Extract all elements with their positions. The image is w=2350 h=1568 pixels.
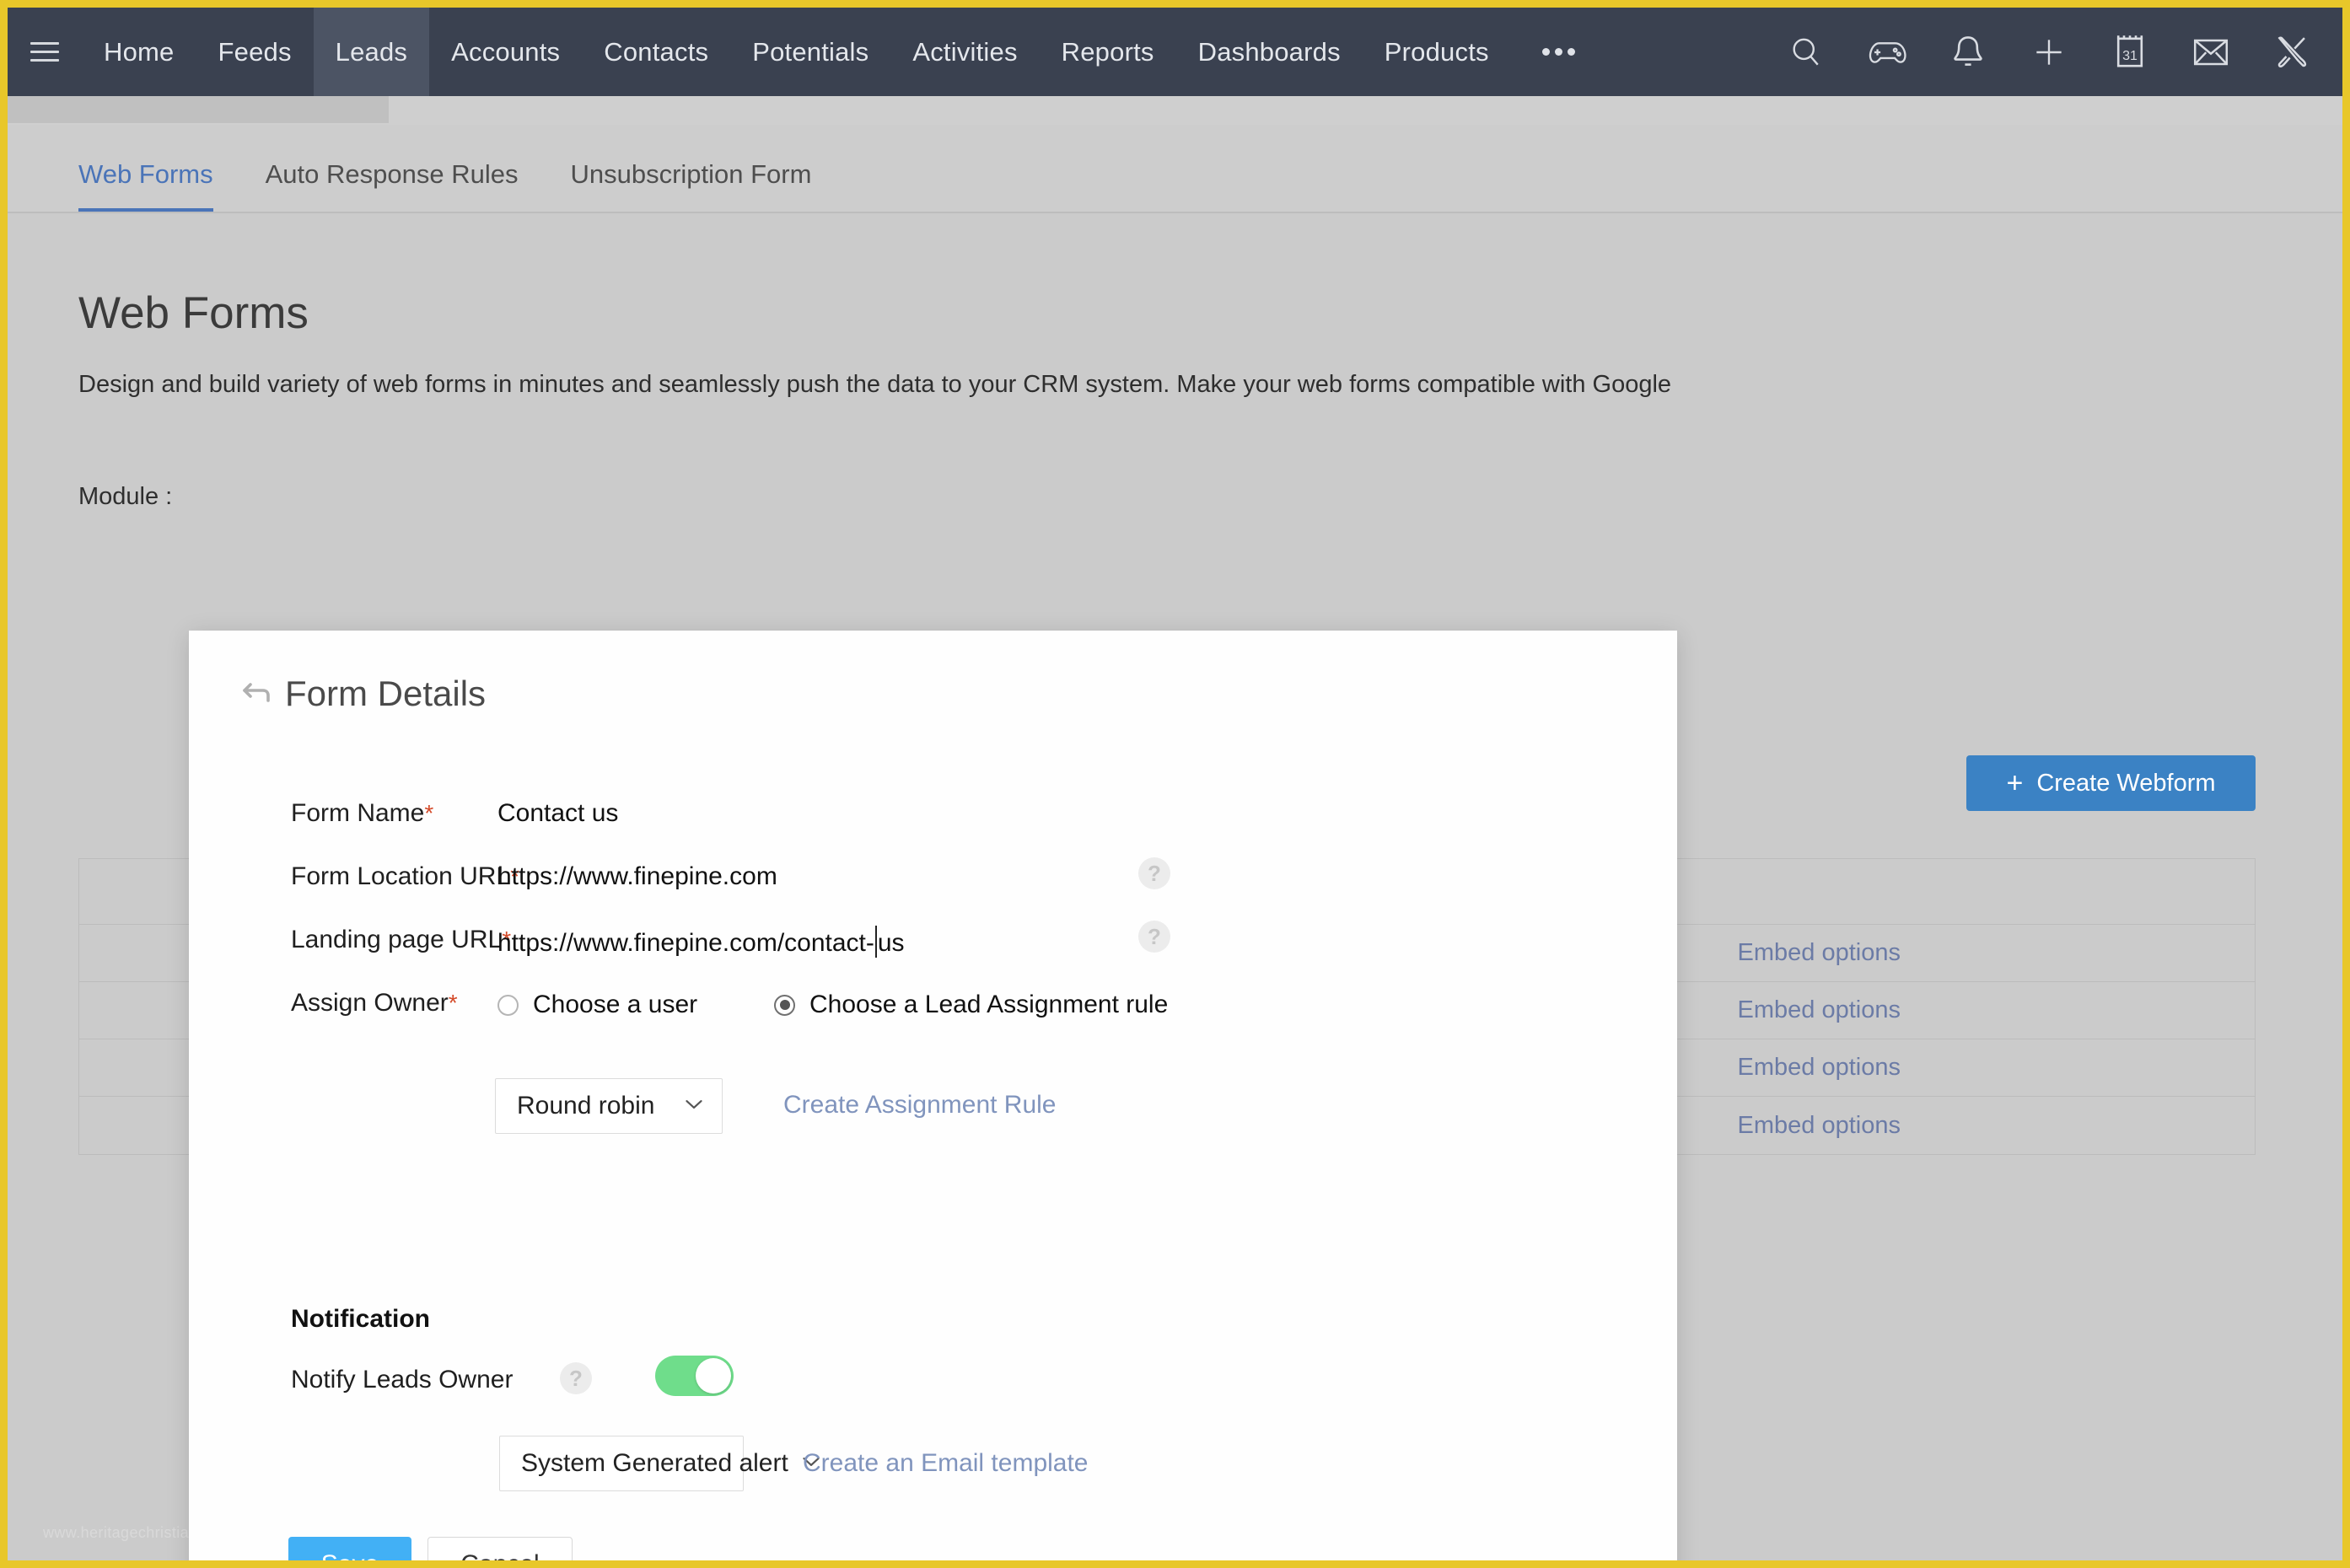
dialog-title: Form Details: [285, 674, 486, 714]
notification-section-title: Notification: [291, 1305, 430, 1334]
page-title: Web Forms: [78, 287, 309, 339]
tab-label: Web Forms: [78, 159, 213, 189]
help-circle-icon[interactable]: ?: [1138, 857, 1170, 889]
calendar-icon[interactable]: 31: [2089, 8, 2170, 96]
create-email-template-link[interactable]: Create an Email template: [803, 1449, 1089, 1478]
label-text: Form Name: [291, 799, 424, 827]
nav-item-reports[interactable]: Reports: [1040, 8, 1176, 96]
tab-label: Unsubscription Form: [570, 159, 811, 189]
landing-page-url-label: Landing page URL*: [291, 926, 511, 954]
nav-item-label: Leads: [336, 37, 407, 67]
assignment-rule-select[interactable]: Round robin: [495, 1078, 723, 1134]
help-circle-icon[interactable]: ?: [1138, 921, 1170, 953]
search-icon[interactable]: [1766, 8, 1847, 96]
nav-item-activities[interactable]: Activities: [890, 8, 1039, 96]
form-location-url-input[interactable]: https://www.finepine.com: [497, 862, 777, 891]
label-text: Landing page URL: [291, 926, 502, 953]
tab-auto-response-rules[interactable]: Auto Response Rules: [266, 159, 519, 212]
radio-choose-a-user[interactable]: Choose a user: [497, 991, 697, 1019]
form-name-input[interactable]: Contact us: [497, 799, 618, 828]
nav-item-label: Reports: [1062, 37, 1154, 67]
assign-owner-label: Assign Owner*: [291, 989, 458, 1018]
gamepad-icon[interactable]: [1847, 8, 1928, 96]
create-webform-button[interactable]: + Create Webform: [1966, 755, 2256, 811]
envelope-icon[interactable]: [2170, 8, 2251, 96]
chevron-down-icon: [685, 1098, 703, 1114]
label-text: Form Location URL: [291, 862, 510, 890]
tab-web-forms[interactable]: Web Forms: [78, 159, 213, 212]
back-arrow-icon[interactable]: [236, 673, 278, 715]
tab-label: Auto Response Rules: [266, 159, 519, 189]
nav-item-label: Contacts: [604, 37, 708, 67]
nav-item-label: Feeds: [218, 37, 292, 67]
form-name-label: Form Name*: [291, 799, 433, 828]
nav-item-label: Activities: [912, 37, 1017, 67]
app-frame: Home Feeds Leads Accounts Contacts Poten…: [0, 0, 2350, 1568]
notify-leads-owner-toggle[interactable]: [655, 1356, 734, 1396]
nav-item-accounts[interactable]: Accounts: [429, 8, 582, 96]
nav-item-dashboards[interactable]: Dashboards: [1176, 8, 1363, 96]
dialog-header: Form Details: [189, 631, 1677, 757]
page-content: Web Forms Design and build variety of we…: [8, 213, 2342, 1560]
top-navigation-bar: Home Feeds Leads Accounts Contacts Poten…: [8, 8, 2342, 96]
required-marker: *: [449, 990, 458, 1016]
nav-overflow-icon[interactable]: [1511, 8, 1606, 96]
sub-tab-bar: Web Forms Auto Response Rules Unsubscrip…: [8, 125, 2342, 213]
form-location-url-label: Form Location URL*: [291, 862, 519, 891]
landing-url-after-caret: us: [878, 929, 905, 957]
tab-unsubscription-form[interactable]: Unsubscription Form: [570, 159, 811, 212]
horizontal-scrollbar-track[interactable]: [8, 96, 2342, 125]
horizontal-scrollbar-thumb[interactable]: [8, 96, 389, 123]
nav-icon-group: 31: [1766, 8, 2332, 96]
svg-text:31: 31: [2122, 49, 2138, 63]
nav-item-label: Accounts: [451, 37, 560, 67]
email-template-select[interactable]: System Generated alert: [499, 1436, 744, 1491]
create-assignment-rule-link[interactable]: Create Assignment Rule: [783, 1091, 1057, 1120]
nav-item-potentials[interactable]: Potentials: [730, 8, 890, 96]
nav-item-label: Potentials: [752, 37, 868, 67]
nav-item-feeds[interactable]: Feeds: [196, 8, 314, 96]
page-description: Design and build variety of web forms in…: [78, 365, 1917, 405]
nav-item-label: Dashboards: [1198, 37, 1341, 67]
radio-button[interactable]: [497, 995, 519, 1016]
form-details-dialog: Form Details Form Name* Contact us Form …: [189, 631, 1677, 1568]
create-webform-label: Create Webform: [2036, 770, 2215, 797]
radio-button[interactable]: [774, 995, 795, 1016]
nav-item-products[interactable]: Products: [1363, 8, 1511, 96]
embed-options-link[interactable]: Embed options: [1738, 996, 1901, 1024]
text-caret: [875, 926, 877, 958]
nav-item-label: Home: [104, 37, 175, 67]
help-circle-icon[interactable]: ?: [560, 1362, 592, 1394]
nav-item-contacts[interactable]: Contacts: [582, 8, 730, 96]
module-label: Module :: [78, 483, 172, 511]
save-button[interactable]: Save: [288, 1537, 411, 1568]
required-marker: *: [424, 800, 433, 826]
nav-item-home[interactable]: Home: [82, 8, 196, 96]
nav-item-leads[interactable]: Leads: [314, 8, 429, 96]
tools-icon[interactable]: [2251, 8, 2332, 96]
radio-label: Choose a Lead Assignment rule: [809, 991, 1168, 1019]
label-text: Assign Owner: [291, 989, 449, 1017]
notify-leads-owner-label: Notify Leads Owner: [291, 1366, 513, 1394]
embed-options-link[interactable]: Embed options: [1738, 939, 1901, 967]
radio-label: Choose a user: [533, 991, 697, 1019]
plus-icon: +: [2006, 769, 2023, 797]
cancel-button[interactable]: Cancel: [428, 1537, 573, 1568]
landing-url-before-caret: https://www.finepine.com/contact-: [497, 929, 874, 957]
assignment-rule-selected-value: Round robin: [517, 1092, 654, 1120]
bell-icon[interactable]: [1928, 8, 2009, 96]
landing-page-url-input[interactable]: https://www.finepine.com/contact-us: [497, 926, 905, 958]
nav-item-label: Products: [1385, 37, 1489, 67]
hamburger-menu-icon[interactable]: [8, 8, 82, 96]
embed-options-link[interactable]: Embed options: [1738, 1112, 1901, 1140]
embed-options-link[interactable]: Embed options: [1738, 1054, 1901, 1082]
plus-icon[interactable]: [2009, 8, 2089, 96]
email-template-selected-value: System Generated alert: [521, 1449, 788, 1478]
toggle-knob: [696, 1358, 731, 1393]
radio-choose-a-lead-assignment-rule[interactable]: Choose a Lead Assignment rule: [774, 991, 1168, 1019]
